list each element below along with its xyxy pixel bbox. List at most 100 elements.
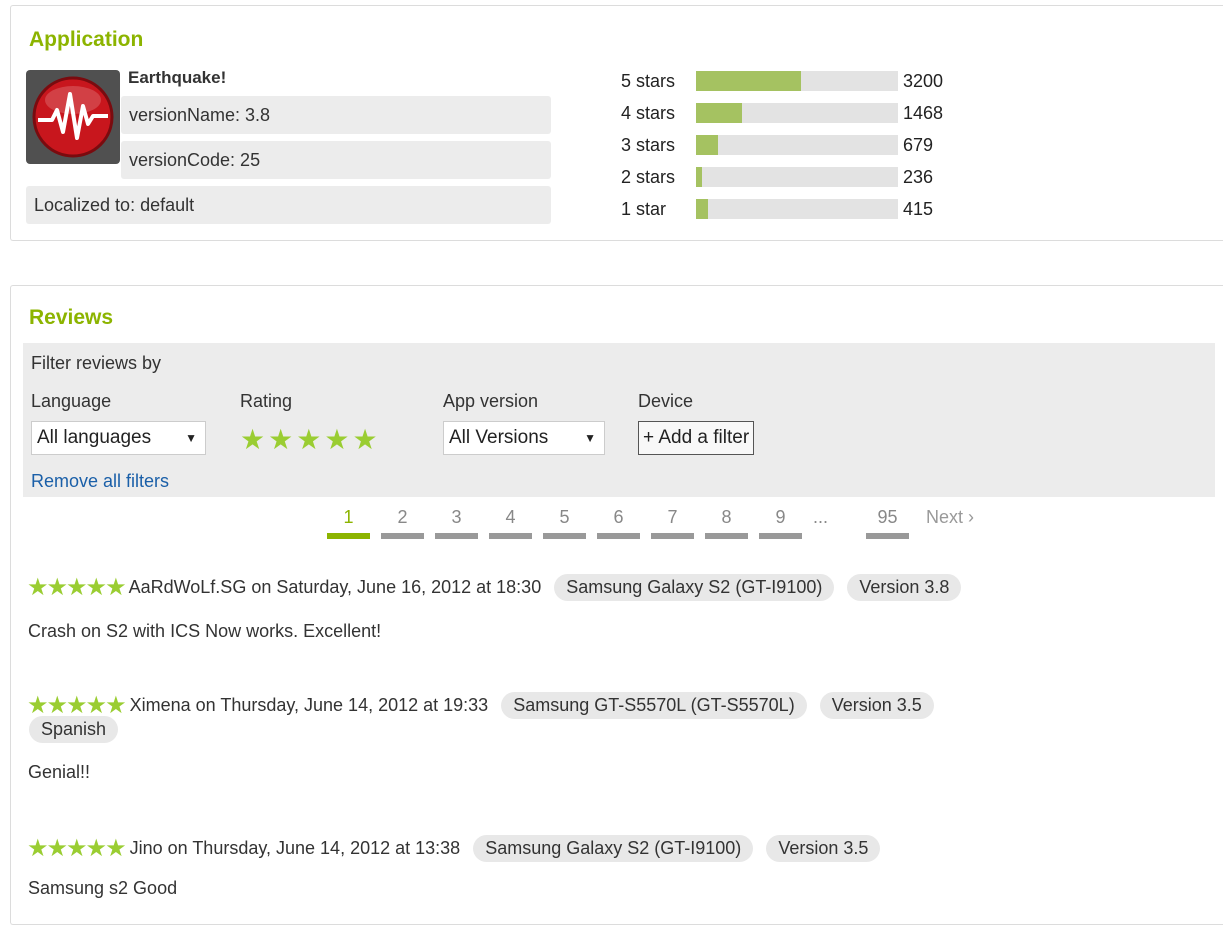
rating-count: 236 — [903, 167, 934, 187]
rating-label: 4 stars — [621, 103, 676, 123]
next-page-link[interactable]: Next › — [926, 507, 974, 528]
review-author-line: Ximena on Thursday, June 14, 2012 at 19:… — [129, 695, 489, 715]
rating-label: 5 stars — [621, 71, 676, 91]
rating-bar — [696, 199, 898, 219]
app-version-label: App version — [443, 391, 539, 411]
language-select-value: All languages — [37, 427, 152, 448]
review-text: Samsung s2 Good — [28, 878, 178, 898]
star-icon[interactable]: ★ — [296, 424, 324, 455]
page-5[interactable]: 5 — [543, 507, 586, 539]
page-underline — [327, 533, 370, 539]
version-code: versionCode: 25 — [121, 141, 551, 179]
rating-label: 2 stars — [621, 167, 676, 187]
app-version-select[interactable]: All Versions ▼ — [443, 421, 605, 455]
page-2[interactable]: 2 — [381, 507, 424, 539]
page-number: 6 — [613, 507, 624, 527]
filter-title: Filter reviews by — [31, 353, 162, 373]
rating-bar — [696, 135, 898, 155]
review-text: Crash on S2 with ICS Now works. Excellen… — [28, 621, 382, 641]
rating-bar-fill — [696, 199, 709, 219]
rating-count: 679 — [903, 135, 934, 155]
page-number: 9 — [775, 507, 786, 527]
device-label: Device — [638, 391, 694, 411]
page-4[interactable]: 4 — [489, 507, 532, 539]
page-underline — [705, 533, 748, 539]
page-underline — [489, 533, 532, 539]
rating-bar-fill — [696, 103, 743, 123]
localized-to: Localized to: default — [26, 186, 551, 224]
language-label: Language — [31, 391, 112, 411]
page-7[interactable]: 7 — [651, 507, 694, 539]
page-number: 7 — [667, 507, 678, 527]
review-header: ★★★★★ Jino on Thursday, June 14, 2012 at… — [27, 834, 881, 863]
star-icon[interactable]: ★ — [324, 424, 352, 455]
language-chip: Spanish — [29, 716, 119, 743]
page-3[interactable]: 3 — [435, 507, 478, 539]
version-name: versionName: 3.8 — [121, 96, 551, 134]
earthquake-app-icon — [26, 70, 120, 164]
page-underline — [759, 533, 802, 539]
version-chip: Version 3.5 — [766, 835, 881, 862]
page-number: 4 — [505, 507, 516, 527]
page-underline — [381, 533, 424, 539]
application-panel: Application Earthquake! versionName: 3.8… — [10, 5, 1223, 241]
reviews-title: Reviews — [29, 306, 114, 329]
version-chip: Version 3.5 — [819, 692, 934, 719]
page-underline — [435, 533, 478, 539]
remove-all-filters-link[interactable]: Remove all filters — [31, 471, 169, 492]
page-number: 95 — [877, 507, 898, 527]
rating-count: 415 — [903, 199, 934, 219]
review-stars: ★★★★★ — [27, 692, 127, 719]
page-8[interactable]: 8 — [705, 507, 748, 539]
dropdown-arrow-icon: ▼ — [185, 431, 197, 445]
page-underline — [543, 533, 586, 539]
language-select[interactable]: All languages ▼ — [31, 421, 206, 455]
star-icon[interactable]: ★ — [352, 424, 380, 455]
review-text: Genial!! — [28, 762, 91, 782]
app-name: Earthquake! — [128, 68, 227, 87]
star-icon[interactable]: ★ — [268, 424, 296, 455]
dropdown-arrow-icon: ▼ — [584, 431, 596, 445]
device-chip: Samsung Galaxy S2 (GT-I9100) — [473, 835, 754, 862]
rating-bar-fill — [696, 135, 719, 155]
page-1[interactable]: 1 — [327, 507, 370, 539]
page-underline — [597, 533, 640, 539]
review-stars: ★★★★★ — [27, 835, 127, 862]
application-title: Application — [29, 28, 144, 51]
page-ellipsis: ... — [813, 507, 829, 527]
rating-bar-fill — [696, 167, 703, 187]
reviews-panel: Reviews Filter reviews by Language All l… — [10, 285, 1223, 925]
device-chip: Samsung GT-S5570L (GT-S5570L) — [501, 692, 807, 719]
rating-label: 3 stars — [621, 135, 676, 155]
page-number: 1 — [343, 507, 354, 527]
review-author-line: Jino on Thursday, June 14, 2012 at 13:38 — [129, 838, 461, 858]
rating-bar — [696, 167, 898, 187]
filter-area: Filter reviews by Language All languages… — [23, 343, 1215, 497]
review-author-line: AaRdWoLf.SG on Saturday, June 16, 2012 a… — [128, 577, 542, 597]
review-header: ★★★★★ Ximena on Thursday, June 14, 2012 … — [27, 691, 934, 720]
rating-label: Rating — [240, 391, 293, 411]
page-number: 5 — [559, 507, 570, 527]
version-chip: Version 3.8 — [847, 574, 962, 601]
page-number: 2 — [397, 507, 408, 527]
rating-count: 1468 — [903, 103, 944, 123]
rating-count: 3200 — [903, 71, 944, 91]
rating-bar — [696, 71, 898, 91]
rating-bar — [696, 103, 898, 123]
add-filter-button[interactable]: + Add a filter — [638, 421, 755, 455]
page-6[interactable]: 6 — [597, 507, 640, 539]
rating-bar-fill — [696, 71, 802, 91]
app-version-select-value: All Versions — [449, 427, 549, 448]
page-underline — [651, 533, 694, 539]
review-header: ★★★★★ AaRdWoLf.SG on Saturday, June 16, … — [27, 573, 962, 602]
review-language-row: Spanish — [29, 716, 119, 743]
page-9[interactable]: 9 — [759, 507, 802, 539]
rating-filter-stars[interactable]: ★★★★★ — [240, 423, 381, 456]
device-chip: Samsung Galaxy S2 (GT-I9100) — [554, 574, 835, 601]
review-stars: ★★★★★ — [27, 574, 127, 601]
page-last[interactable]: 95 — [866, 507, 909, 539]
page-number: 3 — [451, 507, 462, 527]
star-icon[interactable]: ★ — [240, 424, 268, 455]
page-underline — [866, 533, 909, 539]
rating-label: 1 star — [621, 199, 667, 219]
